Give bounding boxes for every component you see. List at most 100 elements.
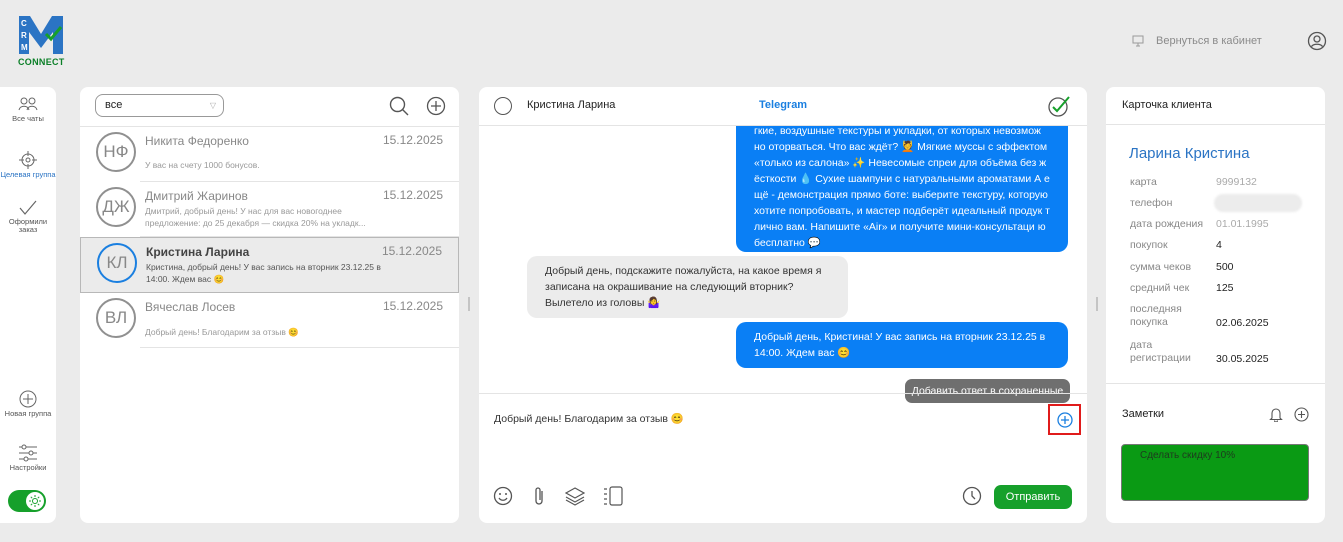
left-rail: Все чаты Целевая группа Оформили заказ Н… xyxy=(0,87,56,523)
rail-item-ordered[interactable]: Оформили заказ xyxy=(0,200,56,234)
select-chat-radio[interactable] xyxy=(494,97,512,115)
chat-list-item[interactable]: ВЛ Вячеслав Лосев 15.12.2025 Добрый день… xyxy=(80,293,459,348)
svg-text:R: R xyxy=(21,31,27,40)
client-card-title: Карточка клиента xyxy=(1106,87,1325,125)
message-input[interactable]: Добрый день! Благодарим за отзыв 😊 xyxy=(494,412,684,425)
field-label: средний чек xyxy=(1130,282,1190,294)
check-circle-icon[interactable] xyxy=(1047,95,1071,117)
theme-toggle[interactable] xyxy=(8,490,46,512)
rail-item-target-group[interactable]: Целевая группа xyxy=(0,151,56,179)
note-card[interactable]: Сделать скидку 10% xyxy=(1121,444,1309,501)
field-label: покупок xyxy=(1130,239,1168,251)
chat-filter-value: все xyxy=(105,99,123,111)
search-icon[interactable] xyxy=(389,96,409,116)
rail-item-settings[interactable]: Настройки xyxy=(0,444,56,472)
clock-icon[interactable] xyxy=(962,486,982,506)
field-value: 9999132 xyxy=(1216,176,1257,188)
conversation-contact: Кристина Ларина xyxy=(527,99,616,111)
rail-label: Все чаты xyxy=(12,114,44,123)
chat-date: 15.12.2025 xyxy=(382,188,443,202)
rail-label: Настройки xyxy=(9,463,47,472)
chat-preview: Кристина, добрый день! У вас запись на в… xyxy=(146,262,381,284)
rail-label: Целевая группа xyxy=(0,170,56,179)
logo-text: CONNECT xyxy=(18,57,65,67)
field-value: 01.01.1995 xyxy=(1216,218,1269,230)
chat-list-panel: все ▽ НФ Никита Федоренко 15.12.2025 У в… xyxy=(80,87,459,523)
cabinet-icon xyxy=(1132,35,1144,47)
divider xyxy=(479,393,1087,394)
chat-date: 15.12.2025 xyxy=(382,133,443,147)
sun-icon xyxy=(29,495,41,507)
resize-handle[interactable] xyxy=(468,297,470,311)
phone-value-hidden xyxy=(1214,194,1302,212)
tooltip: Добавить ответ в сохраненные xyxy=(905,379,1070,403)
send-button[interactable]: Отправить xyxy=(994,485,1072,509)
rail-label: Оформили заказ xyxy=(8,217,48,234)
back-to-cabinet-link[interactable]: Вернуться в кабинет xyxy=(1132,32,1262,50)
svg-text:C: C xyxy=(21,19,27,28)
client-name: Ларина Кристина xyxy=(1129,145,1250,162)
logo-mark-icon: C R M xyxy=(19,16,63,54)
conversation-channel: Telegram xyxy=(759,99,808,111)
rail-item-all-chats[interactable]: Все чаты xyxy=(0,95,56,123)
chat-preview: Дмитрий, добрый день! У нас для вас ново… xyxy=(145,206,366,228)
plus-circle-icon xyxy=(1057,412,1073,428)
rail-item-new-group[interactable]: Новая группа xyxy=(0,390,56,418)
divider xyxy=(140,347,459,348)
check-icon xyxy=(19,200,37,215)
chat-list-item[interactable]: ДЖ Дмитрий Жаринов 15.12.2025 Дмитрий, д… xyxy=(80,182,459,237)
rail-label: Новая группа xyxy=(4,409,52,418)
add-chat-icon[interactable] xyxy=(426,96,446,116)
field-value: 500 xyxy=(1216,261,1234,273)
avatar: НФ xyxy=(96,132,136,172)
message-history[interactable]: гкие, воздушные текстуры и укладки, от к… xyxy=(479,126,1087,393)
toggle-knob xyxy=(26,492,44,510)
chat-list-item[interactable]: НФ Никита Федоренко 15.12.2025 У вас на … xyxy=(80,127,459,182)
message-incoming: Добрый день, подскажите пожалуйста, на к… xyxy=(527,256,848,318)
chat-filter-select[interactable]: все ▽ xyxy=(95,94,224,117)
avatar: ВЛ xyxy=(96,298,136,338)
field-value: 30.05.2025 xyxy=(1216,353,1269,365)
field-value: 02.06.2025 xyxy=(1216,317,1269,329)
chat-name: Никита Федоренко xyxy=(145,134,249,148)
field-label: сумма чеков xyxy=(1130,261,1192,273)
field-value: 4 xyxy=(1216,239,1222,251)
field-label: телефон xyxy=(1130,197,1173,209)
client-card-panel: Карточка клиента Ларина Кристина карта 9… xyxy=(1106,87,1325,523)
field-value: 125 xyxy=(1216,282,1234,294)
bell-icon[interactable] xyxy=(1269,407,1283,422)
conversation-header: Кристина Ларина Telegram xyxy=(479,87,1087,126)
add-to-saved-button[interactable] xyxy=(1048,404,1081,435)
chat-name: Дмитрий Жаринов xyxy=(145,189,248,203)
add-note-icon[interactable] xyxy=(1294,407,1309,422)
field-label: дата регистрации xyxy=(1130,339,1191,364)
sliders-icon xyxy=(19,444,37,462)
app-logo[interactable]: C R M CONNECT xyxy=(18,14,66,68)
chat-list-item-selected[interactable]: КЛ Кристина Ларина 15.12.2025 Кристина, … xyxy=(80,237,459,293)
svg-text:M: M xyxy=(21,43,28,52)
chat-preview: Добрый день! Благодарим за отзыв 😊 xyxy=(145,327,299,337)
conversation-panel: Кристина Ларина Telegram гкие, воздушные… xyxy=(479,87,1087,523)
emoji-icon[interactable] xyxy=(493,486,513,506)
field-label: карта xyxy=(1130,176,1157,188)
composer-toolbar xyxy=(493,486,623,506)
message-outgoing: гкие, воздушные текстуры и укладки, от к… xyxy=(736,126,1068,252)
chat-date: 15.12.2025 xyxy=(382,299,443,313)
user-circle-icon[interactable] xyxy=(1307,31,1327,51)
message-outgoing: Добрый день, Кристина! У вас запись на в… xyxy=(736,322,1068,368)
field-label: дата рождения xyxy=(1130,218,1204,230)
resize-handle[interactable] xyxy=(1096,297,1098,311)
divider xyxy=(1106,383,1325,384)
templates-icon[interactable] xyxy=(603,486,623,506)
target-icon xyxy=(19,151,37,169)
back-to-cabinet-label: Вернуться в кабинет xyxy=(1156,35,1262,47)
notes-title: Заметки xyxy=(1122,408,1165,420)
layers-icon[interactable] xyxy=(565,486,585,506)
attach-icon[interactable] xyxy=(531,486,547,506)
chat-name: Вячеслав Лосев xyxy=(145,300,236,314)
plus-circle-icon xyxy=(19,390,37,408)
chevron-down-icon: ▽ xyxy=(209,101,216,110)
avatar: ДЖ xyxy=(96,187,136,227)
chat-name: Кристина Ларина xyxy=(146,245,250,259)
chat-preview: У вас на счету 1000 бонусов. xyxy=(145,160,260,170)
